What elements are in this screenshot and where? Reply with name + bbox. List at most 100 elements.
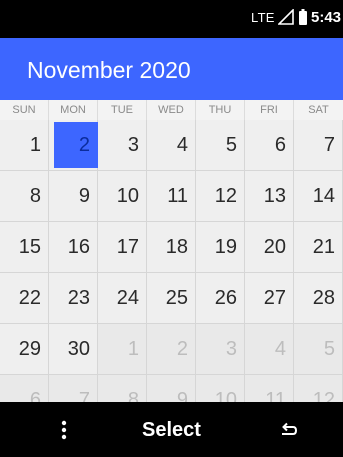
day-cell[interactable]: 14	[294, 171, 343, 222]
day-cell-other-month[interactable]: 2	[147, 324, 196, 375]
calendar-screen: LTE 5:43 November 2020 SUN MON TUE WED THU FR…	[0, 0, 343, 457]
day-cell-other-month[interactable]: 1	[98, 324, 147, 375]
day-cell[interactable]: 16	[49, 222, 98, 273]
day-cell-other-month[interactable]: 12	[294, 375, 343, 402]
day-cell-selected[interactable]: 2	[49, 120, 98, 171]
day-number: 8	[29, 185, 41, 207]
day-cell[interactable]: 3	[98, 120, 147, 171]
day-number: 13	[263, 185, 286, 207]
day-cell[interactable]: 23	[49, 273, 98, 324]
day-cell[interactable]: 24	[98, 273, 147, 324]
calendar-header: November 2020	[0, 38, 343, 100]
day-number: 14	[312, 185, 335, 207]
day-number: 3	[225, 338, 237, 360]
weekday-label: TUE	[98, 100, 147, 120]
selection-highlight	[54, 122, 98, 168]
day-cell-other-month[interactable]: 9	[147, 375, 196, 402]
day-cell[interactable]: 21	[294, 222, 343, 273]
day-cell[interactable]: 19	[196, 222, 245, 273]
day-cell[interactable]: 20	[245, 222, 294, 273]
day-number: 5	[323, 338, 335, 360]
day-cell[interactable]: 5	[196, 120, 245, 171]
day-number: 27	[263, 287, 286, 309]
day-cell[interactable]: 18	[147, 222, 196, 273]
day-number: 7	[323, 134, 335, 156]
day-number: 17	[116, 236, 139, 258]
calendar-grid: 1 2 3 4 5 6 7 8 9 10 11 12 13 14 15 16 17 18 19 20 21 22 23 24 2…	[0, 120, 343, 402]
day-cell[interactable]: 12	[196, 171, 245, 222]
day-number: 2	[78, 134, 90, 156]
day-cell-other-month[interactable]: 11	[245, 375, 294, 402]
day-number: 30	[67, 338, 90, 360]
day-number: 29	[18, 338, 41, 360]
day-number: 2	[176, 338, 188, 360]
day-number: 3	[127, 134, 139, 156]
day-number: 1	[29, 134, 41, 156]
day-number: 9	[78, 185, 90, 207]
day-number: 5	[225, 134, 237, 156]
day-number: 25	[165, 287, 188, 309]
day-number: 7	[78, 389, 90, 402]
day-number: 16	[67, 236, 90, 258]
day-cell[interactable]: 15	[0, 222, 49, 273]
day-cell[interactable]: 27	[245, 273, 294, 324]
day-cell-other-month[interactable]: 7	[49, 375, 98, 402]
day-number: 9	[176, 389, 188, 402]
back-icon[interactable]	[280, 422, 298, 438]
day-number: 15	[18, 236, 41, 258]
day-number: 4	[176, 134, 188, 156]
day-cell[interactable]: 28	[294, 273, 343, 324]
weekday-header-row: SUN MON TUE WED THU FRI SAT	[0, 100, 343, 120]
day-number: 28	[312, 287, 335, 309]
network-type: LTE	[251, 10, 275, 25]
day-number: 6	[274, 134, 286, 156]
signal-icon	[278, 9, 294, 25]
day-cell[interactable]: 9	[49, 171, 98, 222]
day-cell-other-month[interactable]: 3	[196, 324, 245, 375]
day-cell-other-month[interactable]: 6	[0, 375, 49, 402]
day-number: 8	[127, 389, 139, 402]
day-number: 10	[116, 185, 139, 207]
weekday-label: WED	[147, 100, 196, 120]
battery-icon	[299, 9, 307, 25]
day-cell[interactable]: 10	[98, 171, 147, 222]
day-number: 24	[116, 287, 139, 309]
day-cell-other-month[interactable]: 5	[294, 324, 343, 375]
day-cell[interactable]: 8	[0, 171, 49, 222]
day-cell[interactable]: 29	[0, 324, 49, 375]
weekday-label: SAT	[308, 104, 329, 116]
day-cell[interactable]: 4	[147, 120, 196, 171]
day-number: 12	[214, 185, 237, 207]
day-cell-other-month[interactable]: 4	[245, 324, 294, 375]
day-cell[interactable]: 11	[147, 171, 196, 222]
weekday-label: THU	[196, 100, 245, 120]
day-number: 1	[127, 338, 139, 360]
day-number: 4	[274, 338, 286, 360]
weekday-label: SUN	[0, 100, 49, 120]
day-cell[interactable]: 1	[0, 120, 49, 171]
day-number: 19	[214, 236, 237, 258]
day-number: 20	[263, 236, 286, 258]
month-title: November 2020	[27, 57, 191, 83]
day-cell[interactable]: 7	[294, 120, 343, 171]
day-cell[interactable]: 22	[0, 273, 49, 324]
day-number: 6	[29, 389, 41, 402]
day-number: 18	[165, 236, 188, 258]
clock: 5:43	[311, 9, 342, 26]
day-cell-other-month[interactable]: 10	[196, 375, 245, 402]
weekday-label: MON	[49, 100, 98, 120]
day-cell[interactable]: 6	[245, 120, 294, 171]
day-cell-other-month[interactable]: 8	[98, 375, 147, 402]
weekday-label: FRI	[245, 100, 294, 120]
day-cell[interactable]: 26	[196, 273, 245, 324]
day-number: 23	[67, 287, 90, 309]
day-number: 21	[312, 236, 335, 258]
day-cell[interactable]: 17	[98, 222, 147, 273]
day-number: 22	[18, 287, 41, 309]
day-cell[interactable]: 30	[49, 324, 98, 375]
day-number: 12	[312, 389, 335, 402]
day-number: 26	[214, 287, 237, 309]
day-cell[interactable]: 13	[245, 171, 294, 222]
status-bar: LTE 5:43	[0, 0, 343, 38]
day-cell[interactable]: 25	[147, 273, 196, 324]
